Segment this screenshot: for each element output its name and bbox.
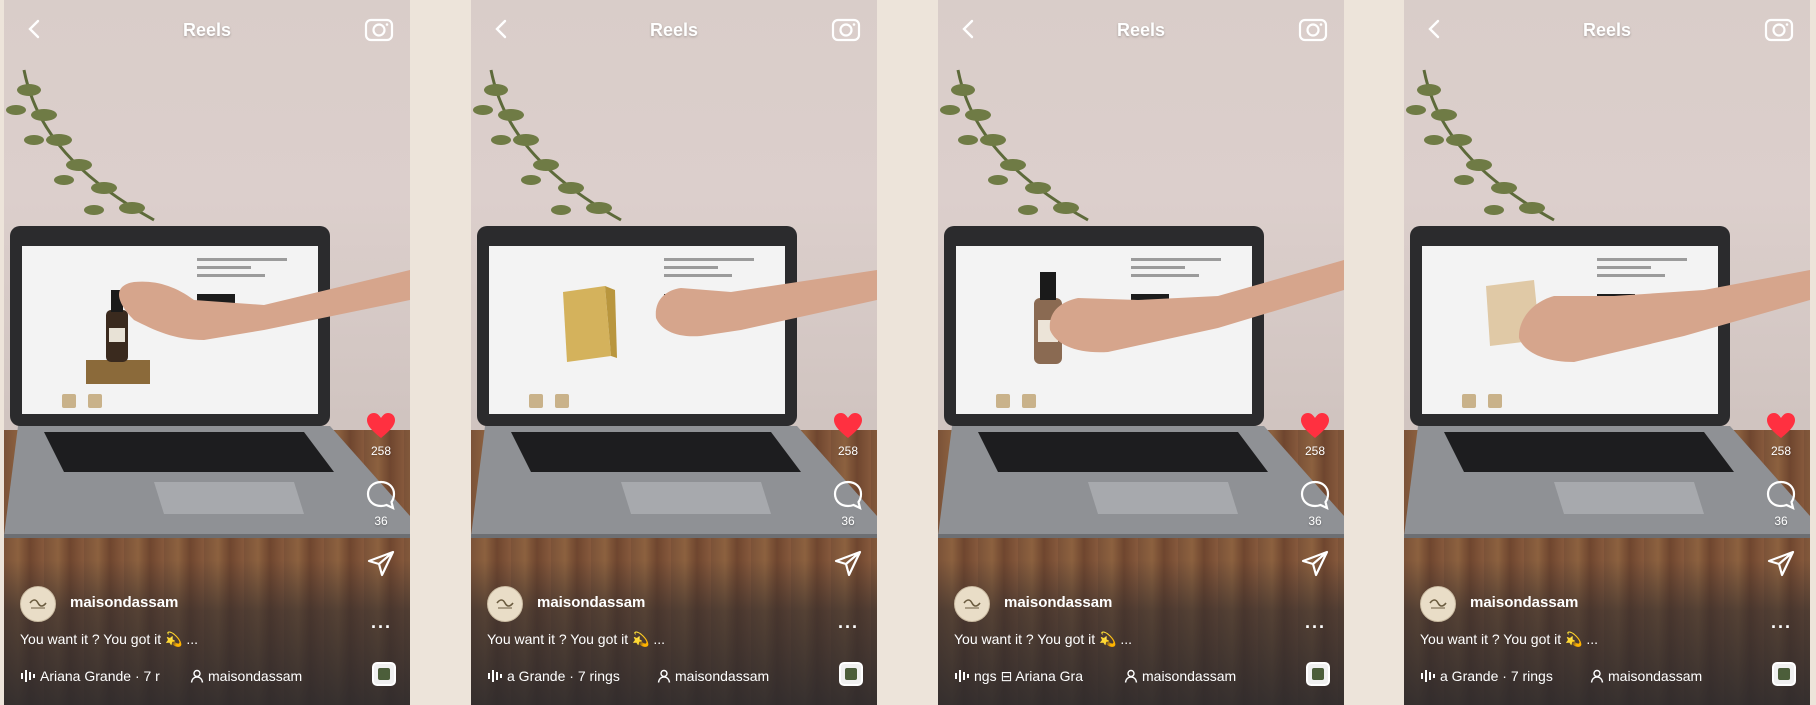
top-bar: Reels — [938, 10, 1344, 50]
caption[interactable]: You want it ? You got it 💫 ... — [487, 631, 665, 648]
reel-footer: Ariana Grande · 7 r maisondassam — [20, 666, 360, 688]
music-ticker[interactable]: ngs ⊟ Ariana Gra — [974, 668, 1114, 685]
more-icon[interactable]: ... — [838, 612, 859, 633]
reel-screen: Reels 258 36 ... maisondassam You want i… — [1404, 0, 1810, 705]
person-icon — [657, 669, 671, 683]
camera-icon[interactable] — [1298, 14, 1328, 44]
heart-icon[interactable] — [833, 412, 863, 440]
top-bar: Reels — [471, 10, 877, 50]
top-bar: Reels — [4, 10, 410, 50]
send-icon[interactable] — [1767, 550, 1795, 578]
send-icon[interactable] — [1301, 550, 1329, 578]
avatar[interactable] — [1420, 586, 1456, 622]
comment-icon[interactable] — [1766, 480, 1796, 510]
tagged-user[interactable]: maisondassam — [208, 668, 302, 684]
heart-icon[interactable] — [1300, 412, 1330, 440]
send-icon[interactable] — [367, 550, 395, 578]
music-eq-icon — [1421, 670, 1435, 682]
caption[interactable]: You want it ? You got it 💫 ... — [954, 631, 1132, 648]
music-eq-icon — [488, 670, 502, 682]
reel-screen: Reels 258 36 ... maisondassam You want i… — [4, 0, 410, 705]
action-column: 258 36 — [364, 412, 398, 578]
reel-footer: a Grande · 7 rings maisondassam — [1420, 666, 1760, 688]
username[interactable]: maisondassam — [537, 594, 645, 611]
comment-icon[interactable] — [833, 480, 863, 510]
audio-thumbnail[interactable] — [372, 662, 396, 686]
avatar[interactable] — [954, 586, 990, 622]
reel-screen: Reels 258 36 ... maisondassam You want i… — [471, 0, 877, 705]
action-column: 258 36 — [831, 412, 865, 578]
tagged-user[interactable]: maisondassam — [1142, 668, 1236, 684]
page-title: Reels — [1116, 20, 1166, 40]
tagged-user[interactable]: maisondassam — [1608, 668, 1702, 684]
action-column: 258 36 — [1764, 412, 1798, 578]
camera-icon[interactable] — [1764, 14, 1794, 44]
more-icon[interactable]: ... — [1305, 612, 1326, 633]
audio-thumbnail[interactable] — [1772, 662, 1796, 686]
brand-logo-icon — [29, 599, 47, 609]
avatar[interactable] — [20, 586, 56, 622]
audio-thumbnail[interactable] — [1306, 662, 1330, 686]
heart-icon[interactable] — [366, 412, 396, 440]
comment-count: 36 — [374, 514, 388, 528]
page-title: Reels — [649, 20, 699, 40]
comment-icon[interactable] — [366, 480, 396, 510]
caption[interactable]: You want it ? You got it 💫 ... — [1420, 631, 1598, 648]
like-count: 258 — [837, 444, 859, 458]
like-count: 258 — [1304, 444, 1326, 458]
person-icon — [1590, 669, 1604, 683]
brand-logo-icon — [963, 599, 981, 609]
username[interactable]: maisondassam — [70, 594, 178, 611]
music-eq-icon — [21, 670, 35, 682]
music-ticker[interactable]: a Grande · 7 rings — [507, 668, 647, 684]
heart-icon[interactable] — [1766, 412, 1796, 440]
reel-footer: a Grande · 7 rings maisondassam — [487, 666, 827, 688]
action-column: 258 36 — [1298, 412, 1332, 578]
like-count: 258 — [370, 444, 392, 458]
camera-icon[interactable] — [831, 14, 861, 44]
send-icon[interactable] — [834, 550, 862, 578]
brand-logo-icon — [496, 599, 514, 609]
person-icon — [190, 669, 204, 683]
caption[interactable]: You want it ? You got it 💫 ... — [20, 631, 198, 648]
more-icon[interactable]: ... — [371, 612, 392, 633]
person-icon — [1124, 669, 1138, 683]
audio-thumbnail[interactable] — [839, 662, 863, 686]
comment-count: 36 — [1774, 514, 1788, 528]
more-icon[interactable]: ... — [1771, 612, 1792, 633]
brand-logo-icon — [1429, 599, 1447, 609]
comment-icon[interactable] — [1300, 480, 1330, 510]
top-bar: Reels — [1404, 10, 1810, 50]
page-title: Reels — [1582, 20, 1632, 40]
username[interactable]: maisondassam — [1004, 594, 1112, 611]
like-count: 258 — [1770, 444, 1792, 458]
reels-comparison: Reels 258 36 ... maisondassam You want i… — [0, 0, 1816, 705]
reel-footer: ngs ⊟ Ariana Gra maisondassam — [954, 666, 1294, 688]
reel-screen: Reels 258 36 ... maisondassam You want i… — [938, 0, 1344, 705]
music-ticker[interactable]: a Grande · 7 rings — [1440, 668, 1580, 684]
camera-icon[interactable] — [364, 14, 394, 44]
comment-count: 36 — [1308, 514, 1322, 528]
comment-count: 36 — [841, 514, 855, 528]
avatar[interactable] — [487, 586, 523, 622]
music-eq-icon — [955, 670, 969, 682]
username[interactable]: maisondassam — [1470, 594, 1578, 611]
music-ticker[interactable]: Ariana Grande · 7 r — [40, 668, 180, 684]
page-title: Reels — [182, 20, 232, 40]
tagged-user[interactable]: maisondassam — [675, 668, 769, 684]
